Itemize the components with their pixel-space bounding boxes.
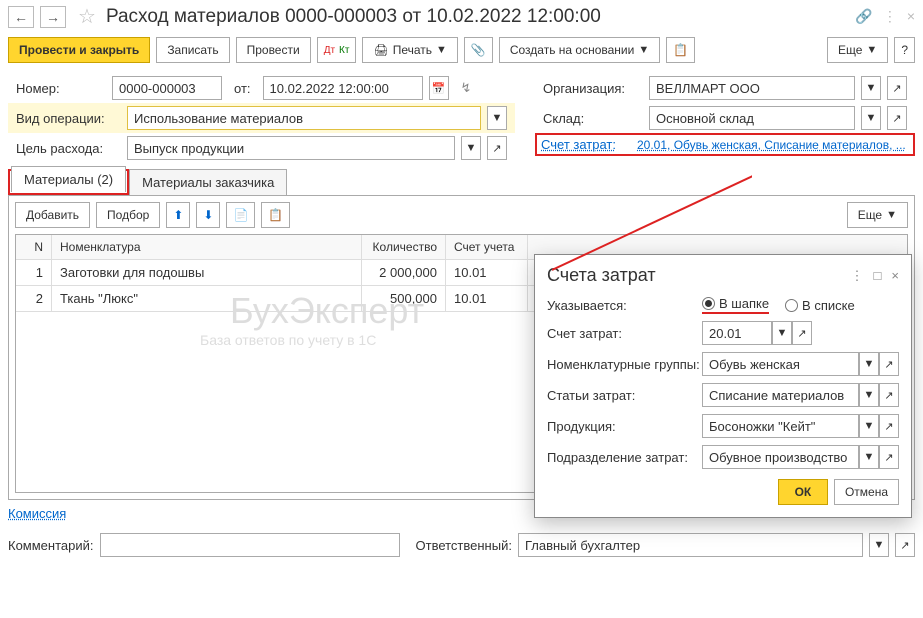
menu-icon[interactable]: ⋮ — [883, 8, 897, 25]
attachments-button[interactable]: 📎 — [464, 37, 493, 63]
popup-division-input[interactable]: Обувное производство — [702, 445, 859, 469]
grid-more-button[interactable]: Еще ▼ — [847, 202, 908, 228]
responsible-input[interactable]: Главный бухгалтер — [518, 533, 863, 557]
move-down-button[interactable]: ⬇ — [196, 202, 220, 228]
col-name: Номенклатура — [52, 235, 362, 259]
nav-forward-button[interactable]: → — [40, 6, 66, 28]
popup-acc-dropdown[interactable]: ▼ — [772, 321, 792, 345]
popup-maximize-icon[interactable]: □ — [874, 268, 882, 284]
responsible-label: Ответственный: — [416, 538, 512, 553]
post-and-close-button[interactable]: Провести и закрыть — [8, 37, 150, 63]
cancel-button[interactable]: Отмена — [834, 479, 899, 505]
col-n: N — [16, 235, 52, 259]
popup-close-icon[interactable]: × — [891, 268, 899, 284]
help-button[interactable]: ? — [894, 37, 915, 63]
cost-acc-value[interactable]: 20.01, Обувь женская, Списание материало… — [637, 138, 909, 152]
warehouse-open[interactable]: ↗ — [887, 106, 907, 130]
cost-acc-label[interactable]: Счет затрат: — [541, 137, 631, 152]
responsible-open[interactable]: ↗ — [895, 533, 915, 557]
move-up-button[interactable]: ⬆ — [166, 202, 190, 228]
comment-input[interactable] — [100, 533, 400, 557]
period-link-icon[interactable]: ↯ — [461, 80, 472, 96]
radio-in-list[interactable]: В списке — [785, 298, 855, 313]
popup-product-dropdown[interactable]: ▼ — [859, 414, 879, 438]
post-button[interactable]: Провести — [236, 37, 311, 63]
org-input[interactable]: ВЕЛЛМАРТ ООО — [649, 76, 855, 100]
favorite-star-icon[interactable]: ☆ — [78, 4, 96, 29]
op-type-input[interactable]: Использование материалов — [127, 106, 481, 130]
cost-accounts-popup: Счета затрат ⋮ □ × Указывается: В шапке … — [534, 254, 912, 518]
popup-article-open[interactable]: ↗ — [879, 383, 899, 407]
popup-nomgroup-label: Номенклатурные группы: — [547, 357, 702, 372]
popup-product-open[interactable]: ↗ — [879, 414, 899, 438]
col-acc: Счет учета — [446, 235, 528, 259]
col-qty: Количество — [362, 235, 446, 259]
popup-article-dropdown[interactable]: ▼ — [859, 383, 879, 407]
close-icon[interactable]: × — [907, 8, 915, 25]
popup-menu-icon[interactable]: ⋮ — [851, 268, 864, 284]
number-input[interactable]: 0000-000003 — [112, 76, 222, 100]
org-label: Организация: — [543, 81, 643, 96]
popup-acc-label: Счет затрат: — [547, 326, 702, 341]
purpose-input[interactable]: Выпуск продукции — [127, 136, 455, 160]
org-dropdown[interactable]: ▼ — [861, 76, 881, 100]
link-icon[interactable]: 🔗 — [855, 8, 872, 25]
pick-button[interactable]: Подбор — [96, 202, 160, 228]
more-button[interactable]: Еще ▼ — [827, 37, 888, 63]
print-button[interactable]: 🖨 Печать ▼ — [362, 37, 457, 63]
save-button[interactable]: Записать — [156, 37, 229, 63]
popup-article-input[interactable]: Списание материалов — [702, 383, 859, 407]
date-input[interactable]: 10.02.2022 12:00:00 — [263, 76, 423, 100]
op-type-label: Вид операции: — [16, 111, 121, 126]
popup-nomgroup-dropdown[interactable]: ▼ — [859, 352, 879, 376]
radio-in-header[interactable]: В шапке — [702, 296, 769, 314]
add-row-button[interactable]: Добавить — [15, 202, 90, 228]
warehouse-input[interactable]: Основной склад — [649, 106, 855, 130]
ok-button[interactable]: ОК — [778, 479, 828, 505]
warehouse-label: Склад: — [543, 111, 643, 126]
calendar-button[interactable]: 📅 — [429, 76, 449, 100]
popup-product-label: Продукция: — [547, 419, 702, 434]
radio-unchecked-icon — [785, 299, 798, 312]
reports-button[interactable]: 📋 — [666, 37, 695, 63]
create-based-button[interactable]: Создать на основании ▼ — [499, 37, 660, 63]
popup-title: Счета затрат — [547, 265, 851, 286]
purpose-label: Цель расхода: — [16, 141, 121, 156]
purpose-dropdown[interactable]: ▼ — [461, 136, 481, 160]
commission-link[interactable]: Комиссия — [8, 506, 66, 521]
specified-label: Указывается: — [547, 298, 702, 313]
radio-checked-icon — [702, 297, 715, 310]
responsible-dropdown[interactable]: ▼ — [869, 533, 889, 557]
copy-button[interactable]: 📄 — [226, 202, 255, 228]
popup-nomgroup-input[interactable]: Обувь женская — [702, 352, 859, 376]
number-label: Номер: — [16, 81, 106, 96]
tab-customer-materials[interactable]: Материалы заказчика — [129, 169, 287, 195]
popup-product-input[interactable]: Босоножки "Кейт" — [702, 414, 859, 438]
popup-division-label: Подразделение затрат: — [547, 450, 702, 465]
popup-nomgroup-open[interactable]: ↗ — [879, 352, 899, 376]
dtkt-button[interactable]: ДтКт — [317, 37, 357, 63]
purpose-open[interactable]: ↗ — [487, 136, 507, 160]
comment-label: Комментарий: — [8, 538, 94, 553]
from-label: от: — [234, 81, 251, 96]
warehouse-dropdown[interactable]: ▼ — [861, 106, 881, 130]
popup-article-label: Статьи затрат: — [547, 388, 702, 403]
org-open[interactable]: ↗ — [887, 76, 907, 100]
popup-acc-input[interactable]: 20.01 — [702, 321, 772, 345]
nav-back-button[interactable]: ← — [8, 6, 34, 28]
popup-division-dropdown[interactable]: ▼ — [859, 445, 879, 469]
popup-division-open[interactable]: ↗ — [879, 445, 899, 469]
popup-acc-open[interactable]: ↗ — [792, 321, 812, 345]
op-type-dropdown[interactable]: ▼ — [487, 106, 507, 130]
tab-materials[interactable]: Материалы (2) — [11, 166, 126, 192]
window-title: Расход материалов 0000-000003 от 10.02.2… — [106, 6, 849, 28]
paste-button[interactable]: 📋 — [261, 202, 290, 228]
